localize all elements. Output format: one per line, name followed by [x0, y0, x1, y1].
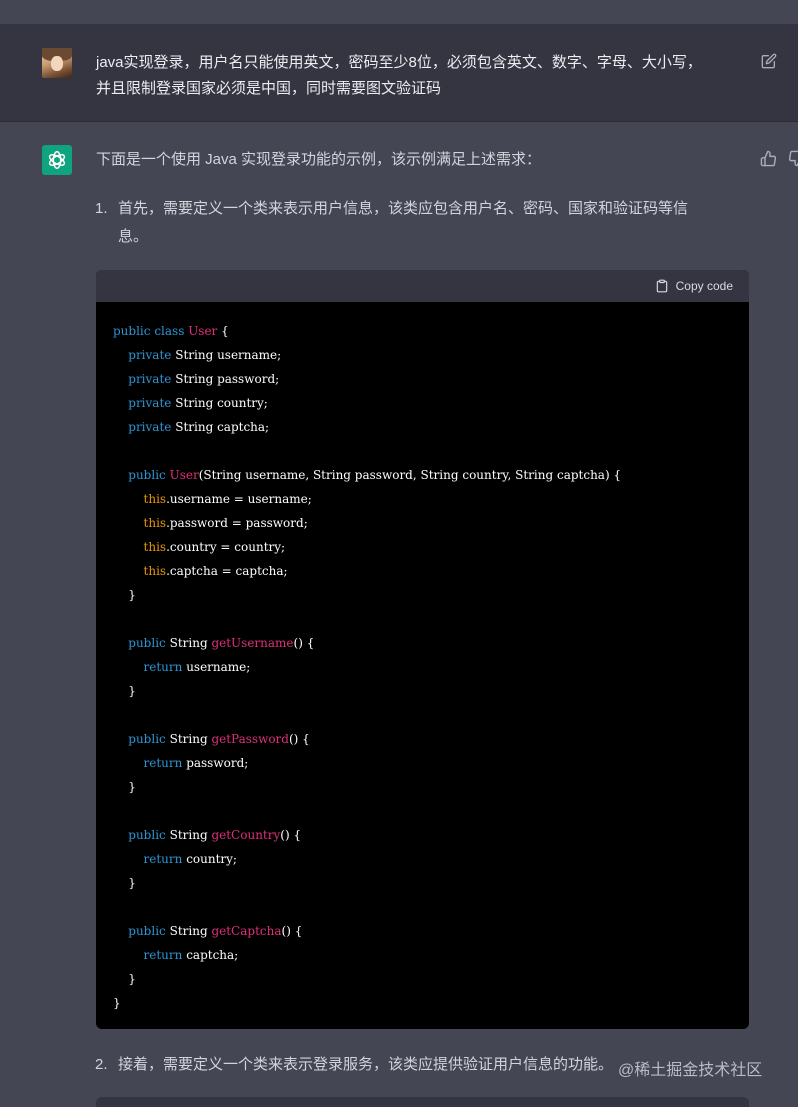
code-block-header: Copy code [96, 270, 749, 302]
watermark: @稀土掘金技术社区 [618, 1062, 763, 1079]
user-message-line-2: 并且限制登录国家必须是中国，同时需要图文验证码 [96, 80, 442, 97]
list-item-1-line-1: 首先，需要定义一个类来表示用户信息，该类应包含用户名、密码、国家和验证码等信 [118, 200, 689, 217]
list-item-2-text: 接着，需要定义一个类来表示登录服务，该类应提供验证用户信息的功能。 [118, 1056, 614, 1073]
assistant-intro-text: 下面是一个使用 Java 实现登录功能的示例，该示例满足上述需求： [96, 151, 542, 168]
next-code-block-header [96, 1097, 749, 1107]
clipboard-icon [656, 279, 667, 293]
thumb-down-icon[interactable] [788, 150, 798, 167]
thumb-up-icon[interactable] [760, 150, 777, 167]
user-message-text: java实现登录，用户名只能使用英文，密码至少8位，必须包含英文、数字、字母、大… [96, 50, 746, 102]
code-content: public class User { private String usern… [113, 324, 622, 1010]
chatgpt-logo-icon [48, 151, 66, 169]
list-number-1: 1. [95, 200, 108, 217]
top-strip [0, 0, 798, 24]
copy-code-button[interactable]: Copy code [655, 278, 733, 294]
user-avatar [42, 48, 72, 78]
copy-code-label: Copy code [675, 279, 733, 293]
list-item-1-line-2: 息。 [118, 228, 149, 245]
list-item-1-text: 首先，需要定义一个类来表示用户信息，该类应包含用户名、密码、国家和验证码等信 息… [118, 195, 688, 251]
list-number-2: 2. [95, 1056, 108, 1073]
assistant-avatar [42, 145, 72, 175]
user-message-line-1: java实现登录，用户名只能使用英文，密码至少8位，必须包含英文、数字、字母、大… [96, 54, 702, 71]
code-block: Copy code public class User { private St… [96, 270, 749, 1029]
edit-icon[interactable] [761, 53, 777, 69]
